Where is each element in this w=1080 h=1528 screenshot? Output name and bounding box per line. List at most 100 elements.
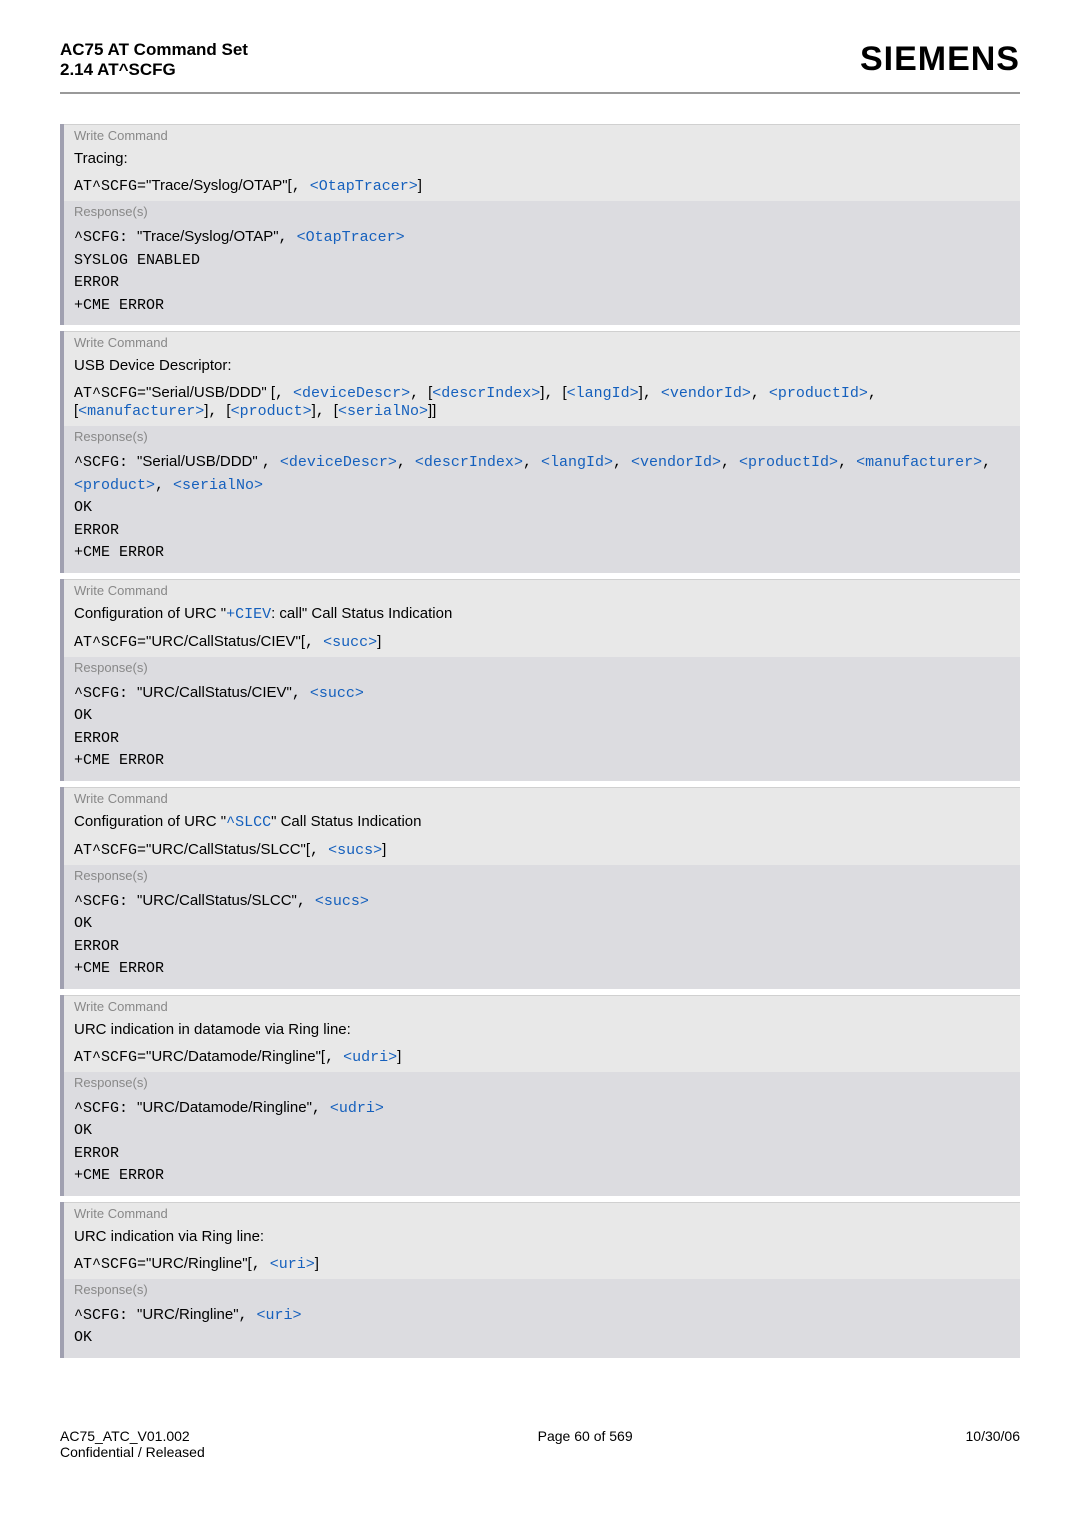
response-line: ^SCFG: "Serial/USB/DDD" , <deviceDescr>,… [74, 451, 1010, 497]
write-command-label: Write Command [64, 787, 1020, 809]
parameter-link[interactable]: <uri> [270, 1256, 315, 1273]
text-token: ERROR [74, 938, 119, 955]
text-token: , [544, 385, 562, 402]
command-syntax: AT^SCFG="Serial/USB/DDD" [, <deviceDescr… [64, 380, 1020, 426]
parameter-link[interactable]: <productId> [739, 454, 838, 471]
parameter-link[interactable]: <vendorId> [661, 385, 751, 402]
response-label: Response(s) [64, 201, 1020, 222]
text-token: +CME ERROR [74, 297, 164, 314]
parameter-link[interactable]: <udri> [343, 1049, 397, 1066]
parameter-link[interactable]: <udri> [330, 1100, 384, 1117]
text-token: OK [74, 1329, 92, 1346]
doc-section: 2.14 AT^SCFG [60, 60, 248, 80]
response-line: OK [74, 705, 1010, 728]
command-block: Write Command URC indication in datamode … [60, 995, 1020, 1196]
parameter-link[interactable]: <succ> [323, 634, 377, 651]
response-line: +CME ERROR [74, 542, 1010, 565]
text-token: ^SCFG: [74, 893, 137, 910]
text-token: , [397, 454, 415, 471]
response-label: Response(s) [64, 657, 1020, 678]
response-body: ^SCFG: "Trace/Syslog/OTAP", <OtapTracer>… [64, 222, 1020, 325]
parameter-link[interactable]: <deviceDescr> [280, 454, 397, 471]
text-token: , [292, 685, 310, 702]
text-token: , [643, 385, 661, 402]
response-line: ^SCFG: "URC/CallStatus/CIEV", <succ> [74, 682, 1010, 706]
text-token: Configuration of URC " [74, 813, 226, 830]
text-token: OK [74, 1122, 92, 1139]
parameter-link[interactable]: <serialNo> [173, 477, 263, 494]
text-token: ] [382, 841, 386, 858]
response-body: ^SCFG: "URC/CallStatus/CIEV", <succ>OKER… [64, 678, 1020, 781]
text-token: "URC/CallStatus/CIEV" [137, 684, 292, 701]
parameter-link[interactable]: <product> [231, 403, 312, 420]
text-token: "URC/Ringline" [137, 1306, 239, 1323]
text-token: URC indication in datamode via Ring line… [74, 1021, 351, 1038]
page-footer: AC75_ATC_V01.002 Confidential / Released… [60, 1418, 1020, 1460]
response-label: Response(s) [64, 426, 1020, 447]
text-token: , [838, 454, 856, 471]
parameter-link[interactable]: <uri> [257, 1307, 302, 1324]
text-token: " Call Status Indication [271, 813, 421, 830]
parameter-link[interactable]: <deviceDescr> [293, 385, 410, 402]
text-token: AT^SCFG= [74, 1256, 146, 1273]
command-syntax: AT^SCFG="URC/CallStatus/CIEV"[, <succ>] [64, 629, 1020, 657]
text-token: Configuration of URC " [74, 605, 226, 622]
parameter-link[interactable]: <manufacturer> [78, 403, 204, 420]
text-token: ^SCFG: [74, 685, 137, 702]
parameter-link[interactable]: <productId> [769, 385, 868, 402]
text-token: , [982, 454, 991, 471]
response-line: ^SCFG: "Trace/Syslog/OTAP", <OtapTracer> [74, 226, 1010, 250]
text-token: , [239, 1307, 257, 1324]
response-line: OK [74, 1120, 1010, 1143]
text-token: ] [397, 1048, 401, 1065]
response-label: Response(s) [64, 865, 1020, 886]
parameter-link[interactable]: <vendorId> [631, 454, 721, 471]
text-token: , [523, 454, 541, 471]
parameter-link[interactable]: +CIEV [226, 606, 271, 623]
parameter-link[interactable]: <OtapTracer> [297, 229, 405, 246]
text-token: "URC/CallStatus/SLCC"[ [146, 841, 310, 858]
text-token: ERROR [74, 522, 119, 539]
text-token: , [208, 403, 226, 420]
response-line: ERROR [74, 1143, 1010, 1166]
response-line: +CME ERROR [74, 1165, 1010, 1188]
parameter-link[interactable]: <descrIndex> [432, 385, 540, 402]
text-token: , [297, 893, 315, 910]
parameter-link[interactable]: <descrIndex> [415, 454, 523, 471]
footer-version: AC75_ATC_V01.002 [60, 1428, 205, 1444]
text-token: "URC/Ringline"[ [146, 1255, 252, 1272]
text-token: URC indication via Ring line: [74, 1228, 264, 1245]
parameter-link[interactable]: <langId> [541, 454, 613, 471]
text-token: ]] [428, 402, 436, 419]
parameter-link[interactable]: <succ> [310, 685, 364, 702]
response-label: Response(s) [64, 1072, 1020, 1093]
text-token: "URC/Datamode/Ringline" [137, 1099, 312, 1116]
command-description: USB Device Descriptor: [64, 353, 1020, 380]
write-command-label: Write Command [64, 579, 1020, 601]
parameter-link[interactable]: <manufacturer> [856, 454, 982, 471]
text-token: ^SCFG: [74, 1307, 137, 1324]
text-token: , [312, 1100, 330, 1117]
parameter-link[interactable]: <serialNo> [338, 403, 428, 420]
text-token: AT^SCFG= [74, 385, 146, 402]
parameter-link[interactable]: <sucs> [328, 842, 382, 859]
command-syntax: AT^SCFG="URC/Datamode/Ringline"[, <udri>… [64, 1044, 1020, 1072]
text-token: +CME ERROR [74, 752, 164, 769]
text-token: OK [74, 499, 92, 516]
text-token: AT^SCFG= [74, 1049, 146, 1066]
footer-left: AC75_ATC_V01.002 Confidential / Released [60, 1428, 205, 1460]
text-token: ERROR [74, 1145, 119, 1162]
parameter-link[interactable]: <OtapTracer> [310, 178, 418, 195]
text-token: "URC/CallStatus/CIEV"[ [146, 633, 305, 650]
parameter-link[interactable]: <langId> [567, 385, 639, 402]
text-token: "Serial/USB/DDD" [ [146, 384, 275, 401]
parameter-link[interactable]: <sucs> [315, 893, 369, 910]
response-body: ^SCFG: "Serial/USB/DDD" , <deviceDescr>,… [64, 447, 1020, 573]
write-command-label: Write Command [64, 995, 1020, 1017]
parameter-link[interactable]: <product> [74, 477, 155, 494]
content-body: Write CommandTracing:AT^SCFG="Trace/Sysl… [60, 124, 1020, 1358]
text-token: "URC/CallStatus/SLCC" [137, 892, 297, 909]
text-token: AT^SCFG= [74, 842, 146, 859]
parameter-link[interactable]: ^SLCC [226, 814, 271, 831]
text-token: "URC/Datamode/Ringline"[ [146, 1048, 325, 1065]
